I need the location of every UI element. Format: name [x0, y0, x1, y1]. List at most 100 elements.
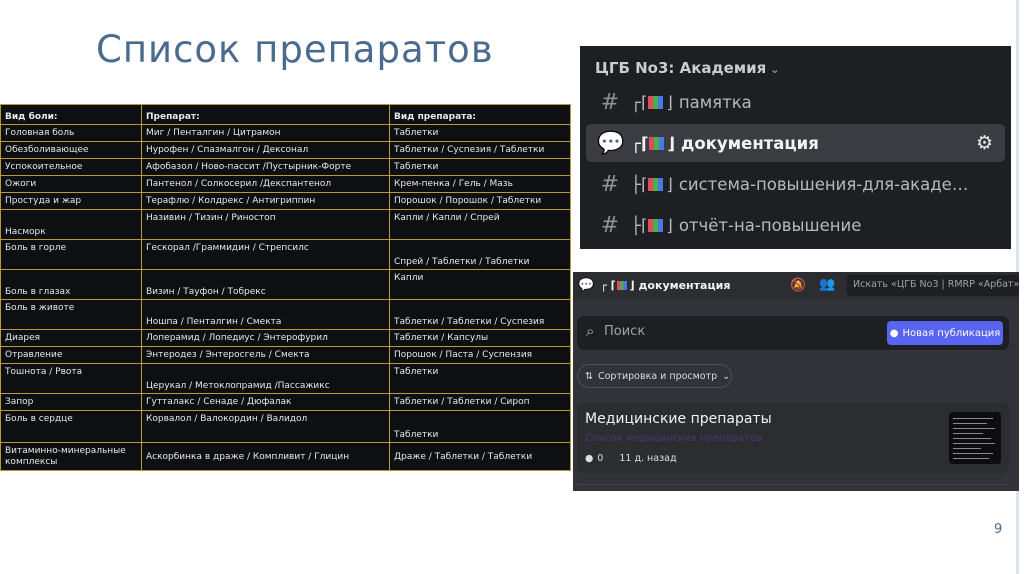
forum-search-input[interactable]	[604, 324, 854, 339]
table-cell: Боль в горле	[0, 239, 142, 270]
channel-item-pamyatka[interactable]: # ┌ ⌈ ⌋ памятка	[586, 83, 1005, 121]
notification-mute-icon[interactable]: 🔕	[790, 278, 806, 293]
medicines-table: Вид боли: Препарат: Вид препарата: Голов…	[0, 104, 571, 471]
table-cell: Насморк	[0, 209, 142, 240]
table-cell: Таблетки / Таблетки / Суспезия	[389, 299, 571, 330]
channel-name: система-повышения-для-академии	[678, 174, 969, 194]
table-cell: Миг / Пенталгин / Цитрамон	[141, 124, 390, 142]
post-title: Медицинские препараты	[585, 411, 772, 427]
table-row: Витаминно-минеральные комплексы Аскорбин…	[0, 442, 571, 471]
gear-icon[interactable]: ⚙	[976, 132, 993, 154]
forum-lock-icon: 💬	[597, 130, 625, 156]
forum-header: 💬 ┌ ⌈ ⌋ документация 🔕 👥 Искать «ЦГБ No3 …	[573, 272, 1019, 299]
table-cell: Порошок / Порошок / Таблетки	[389, 192, 571, 210]
table-cell: Драже / Таблетки / Таблетки	[389, 442, 571, 471]
table-cell: Тошнота / Рвота	[0, 363, 142, 394]
table-cell: Диарея	[0, 329, 142, 347]
table-row: Тошнота / Рвота Церукал / Метоклопрамид …	[0, 363, 571, 394]
table-cell: Називин / Тизин / Риностоп	[141, 209, 390, 240]
channel-bracket-close: ⌋	[666, 174, 673, 194]
table-row: Боль в глазах Визин / Тауфон / Тобрекс К…	[0, 269, 571, 300]
table-cell: Терафлю / Колдрекс / Антигриппин	[141, 192, 390, 210]
flag-icon	[648, 177, 664, 191]
comment-icon: ●	[585, 453, 594, 464]
table-cell: Лоперамид / Лопедиус / Энтерофурил	[141, 329, 390, 347]
table-cell: Отравление	[0, 346, 142, 364]
table-header: Вид боли:	[0, 104, 142, 125]
table-row: Запор Гутталакс / Сенаде / Дюфалак Табле…	[0, 393, 571, 411]
channel-prefix: ┌	[631, 92, 641, 112]
sort-view-button[interactable]: ⇅ Сортировка и просмотр ⌄	[577, 364, 732, 388]
table-row: Боль в сердце Корвалол / Валокордин / Ва…	[0, 410, 571, 443]
channel-bracket-close: ⌋	[666, 92, 673, 112]
forum-channel-title: ┌ ⌈ ⌋ документация	[600, 279, 731, 292]
table-cell: Таблетки	[389, 410, 571, 443]
chevron-down-icon: ⌄	[770, 63, 780, 76]
table-cell: Порошок / Паста / Суспензия	[389, 346, 571, 364]
search-icon: ⌕	[586, 322, 595, 340]
channel-bracket-open: ⌈	[640, 92, 648, 112]
table-cell: Капли	[389, 269, 571, 300]
table-cell: Боль в сердце	[0, 410, 142, 443]
forum-panel: 💬 ┌ ⌈ ⌋ документация 🔕 👥 Искать «ЦГБ No3 …	[573, 272, 1019, 491]
flag-icon	[616, 281, 627, 290]
comment-count: 0	[597, 453, 604, 464]
new-post-label: Новая публикация	[902, 327, 1001, 339]
table-cell: Обезболивающее	[0, 141, 142, 159]
table-row: Отравление Энтеродез / Энтеросгель / Сме…	[0, 346, 571, 364]
table-cell: Крем-пенка / Гель / Мазь	[389, 175, 571, 193]
table-cell: Спрей / Таблетки / Таблетки	[389, 239, 571, 270]
table-row: Головная боль Миг / Пенталгин / Цитрамон…	[0, 124, 571, 142]
table-cell: Ношпа / Пенталгин / Смекта	[141, 299, 390, 330]
table-row: Успокоительное Афобазол / Ново-пассит /П…	[0, 158, 571, 176]
table-row: Боль в животе Ношпа / Пенталгин / Смекта…	[0, 299, 571, 330]
table-cell: Боль в глазах	[0, 269, 142, 300]
channel-bracket-open: ⌈	[640, 215, 648, 235]
server-name: ЦГБ No3: Академия	[595, 59, 767, 77]
chat-bubble-icon: ●	[889, 327, 899, 339]
channel-item-otchet-na-povyshenie[interactable]: # ├ ⌈ ⌋ отчёт-на-повышение	[586, 206, 1005, 244]
table-cell: Боль в животе	[0, 299, 142, 330]
channel-prefix: ┌	[631, 133, 641, 153]
channel-bracket-close: ⌋	[666, 215, 673, 235]
flag-icon	[648, 218, 664, 232]
server-search-input[interactable]: Искать «ЦГБ No3 | RMRP «Арбат»»	[847, 275, 1019, 296]
post-meta: ● 0 11 д. назад	[585, 453, 677, 464]
channel-name: памятка	[678, 92, 752, 112]
new-post-button[interactable]: ● Новая публикация	[887, 321, 1003, 345]
slide-title: Список препаратов	[96, 28, 494, 71]
table-cell: Пантенол / Солкосерил /Декспантенол	[141, 175, 390, 193]
table-cell: Аскорбинка в драже / Компливит / Глицин	[141, 442, 390, 471]
table-row: Ожоги Пантенол / Солкосерил /Декспантено…	[0, 175, 571, 193]
table-row: Насморк Називин / Тизин / Риностоп Капли…	[0, 209, 571, 240]
table-row: Боль в горле Гескорал /Граммидин / Стреп…	[0, 239, 571, 270]
table-cell: Таблетки	[389, 124, 571, 142]
table-cell: Капли / Капли / Спрей	[389, 209, 571, 240]
forum-search-bar: ⌕ ● Новая публикация	[577, 316, 1009, 350]
flag-icon	[648, 95, 664, 109]
channel-name: отчёт-на-повышение	[678, 215, 862, 235]
forum-post-card[interactable]: Медицинские препараты Список медицинских…	[577, 402, 1009, 473]
table-cell: Ожоги	[0, 175, 142, 193]
table-cell: Успокоительное	[0, 158, 142, 176]
table-cell: Гутталакс / Сенаде / Дюфалак	[141, 393, 390, 411]
forum-divider	[577, 484, 1009, 485]
medicines-table-grid: Вид боли: Препарат: Вид препарата: Голов…	[0, 104, 571, 471]
server-name-header[interactable]: ЦГБ No3: Академия ⌄	[595, 59, 779, 77]
table-cell: Запор	[0, 393, 142, 411]
channel-item-sistema-povysheniya[interactable]: # ├ ⌈ ⌋ система-повышения-для-академии	[586, 165, 1005, 203]
hash-lock-icon: #	[600, 171, 620, 197]
table-row: Обезболивающее Нурофен / Спазмалгон / Де…	[0, 141, 571, 159]
table-header-row: Вид боли: Препарат: Вид препарата:	[0, 104, 571, 125]
table-cell: Таблетки / Капсулы	[389, 329, 571, 347]
forum-icon: 💬	[578, 278, 595, 293]
channel-prefix: ┌	[600, 279, 607, 292]
members-icon[interactable]: 👥	[819, 277, 835, 292]
channel-list-panel: ЦГБ No3: Академия ⌄ # ┌ ⌈ ⌋ памятка 💬 ┌ ⌈ ⌋…	[580, 46, 1011, 249]
table-cell: Таблетки / Суспезия / Таблетки	[389, 141, 571, 159]
table-header: Вид препарата:	[389, 104, 571, 125]
hash-lock-icon: #	[600, 212, 620, 238]
channel-item-dokumentatsiya[interactable]: 💬 ┌ ⌈ ⌋ документация ⚙	[586, 124, 1005, 162]
channel-bracket-open: ⌈	[640, 174, 648, 194]
table-cell: Головная боль	[0, 124, 142, 142]
